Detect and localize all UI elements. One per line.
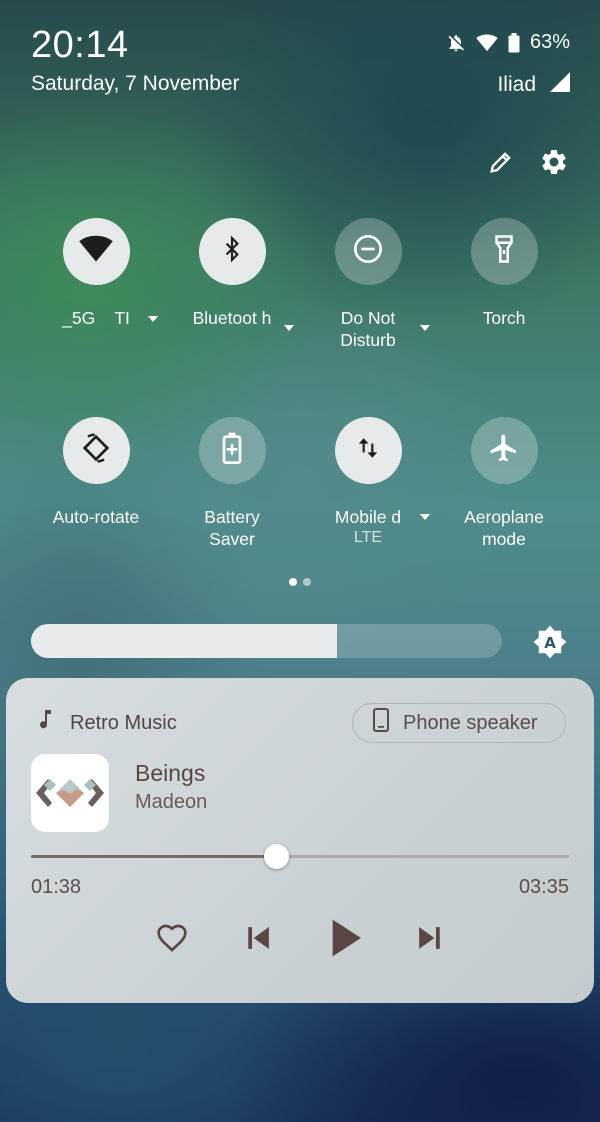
wifi-icon xyxy=(476,33,498,52)
album-art xyxy=(31,754,109,832)
tile-autorotate-button[interactable] xyxy=(62,417,130,484)
mobile-data-dropdown-icon[interactable] xyxy=(420,514,430,520)
tile-autorotate[interactable]: Auto-rotate xyxy=(26,417,166,528)
tile-battery-saver[interactable]: Battery Saver xyxy=(162,417,302,550)
carrier-row: Iliad xyxy=(497,72,570,98)
tile-torch[interactable]: Torch xyxy=(434,218,574,329)
tile-mobile-data[interactable]: Mobile d LTE xyxy=(298,417,438,548)
time-elapsed: 01:38 xyxy=(31,876,82,898)
play-icon[interactable] xyxy=(324,916,368,960)
skip-previous-icon[interactable] xyxy=(240,920,276,956)
tile-airplane-button[interactable] xyxy=(470,417,538,484)
tile-torch-label: Torch xyxy=(482,308,526,328)
tile-wifi-button[interactable] xyxy=(62,218,130,285)
tile-dnd-label: Do Not Disturb xyxy=(340,308,396,350)
do-not-disturb-icon xyxy=(352,233,384,270)
output-device-button[interactable]: Phone speaker xyxy=(352,703,566,743)
status-icons: 63% xyxy=(446,31,570,54)
auto-brightness-icon[interactable]: A xyxy=(532,624,568,665)
tile-torch-button[interactable] xyxy=(470,218,538,285)
tile-airplane-label: Aeroplane mode xyxy=(464,507,544,549)
music-note-icon xyxy=(38,710,52,736)
page-dot-1 xyxy=(289,578,297,586)
settings-icon[interactable] xyxy=(539,147,569,182)
tile-mobile-data-label: Mobile d xyxy=(334,507,402,527)
battery-icon xyxy=(508,32,520,53)
track-title: Beings xyxy=(135,760,206,786)
torch-icon xyxy=(493,234,515,269)
wifi-dropdown-icon[interactable] xyxy=(148,316,158,322)
battery-percent: 63% xyxy=(529,31,570,53)
signal-icon xyxy=(550,72,570,98)
tile-airplane[interactable]: Aeroplane mode xyxy=(434,417,574,550)
tile-dnd[interactable]: Do Not Disturb xyxy=(298,218,438,351)
tile-wifi[interactable]: _5G TI xyxy=(26,218,166,329)
bluetooth-dropdown-icon[interactable] xyxy=(284,325,294,331)
mobile-data-icon xyxy=(355,433,381,468)
auto-rotate-icon xyxy=(80,432,112,469)
bluetooth-icon xyxy=(219,234,245,269)
seek-bar-progress xyxy=(31,855,277,858)
time-total: 03:35 xyxy=(518,876,569,898)
wifi-icon xyxy=(79,235,113,268)
skip-next-icon[interactable] xyxy=(412,920,448,956)
tile-battery-saver-label: Battery Saver xyxy=(204,507,260,549)
heart-icon[interactable] xyxy=(154,920,190,956)
seek-bar-thumb[interactable] xyxy=(264,844,290,869)
clock[interactable]: 20:14 xyxy=(31,24,129,67)
tile-mobile-data-sublabel: LTE xyxy=(353,529,383,546)
bell-off-icon xyxy=(446,33,466,53)
media-player-card[interactable]: Retro Music Phone speaker Beings Madeon xyxy=(6,678,594,1003)
seek-bar[interactable] xyxy=(31,844,569,869)
phone-icon xyxy=(373,708,389,738)
airplane-icon xyxy=(488,432,520,469)
battery-saver-icon xyxy=(222,432,242,469)
tile-bluetooth-button[interactable] xyxy=(198,218,266,285)
track-artist: Madeon xyxy=(135,791,208,813)
tile-mobile-data-button[interactable] xyxy=(334,417,402,484)
page-dot-2 xyxy=(303,578,311,586)
tile-autorotate-label: Auto-rotate xyxy=(52,507,140,527)
tile-battery-saver-button[interactable] xyxy=(198,417,266,484)
tile-dnd-button[interactable] xyxy=(334,218,402,285)
date[interactable]: Saturday, 7 November xyxy=(31,72,240,96)
tile-wifi-label: _5G TI xyxy=(62,308,130,328)
media-app-name: Retro Music xyxy=(70,711,177,734)
edit-icon[interactable] xyxy=(487,148,515,181)
dnd-dropdown-icon[interactable] xyxy=(420,325,430,331)
output-device-label: Phone speaker xyxy=(403,711,538,734)
notification-shade: 20:14 Saturday, 7 November 63% Iliad _5G xyxy=(0,0,600,1122)
tile-bluetooth-label: Bluetoot h xyxy=(192,308,272,328)
svg-text:A: A xyxy=(544,634,556,652)
tile-bluetooth[interactable]: Bluetoot h xyxy=(162,218,302,329)
page-indicator xyxy=(289,578,311,586)
brightness-fill xyxy=(31,624,338,658)
carrier-name: Iliad xyxy=(497,73,536,96)
brightness-slider[interactable] xyxy=(31,624,502,658)
media-app-row: Retro Music xyxy=(38,710,177,736)
